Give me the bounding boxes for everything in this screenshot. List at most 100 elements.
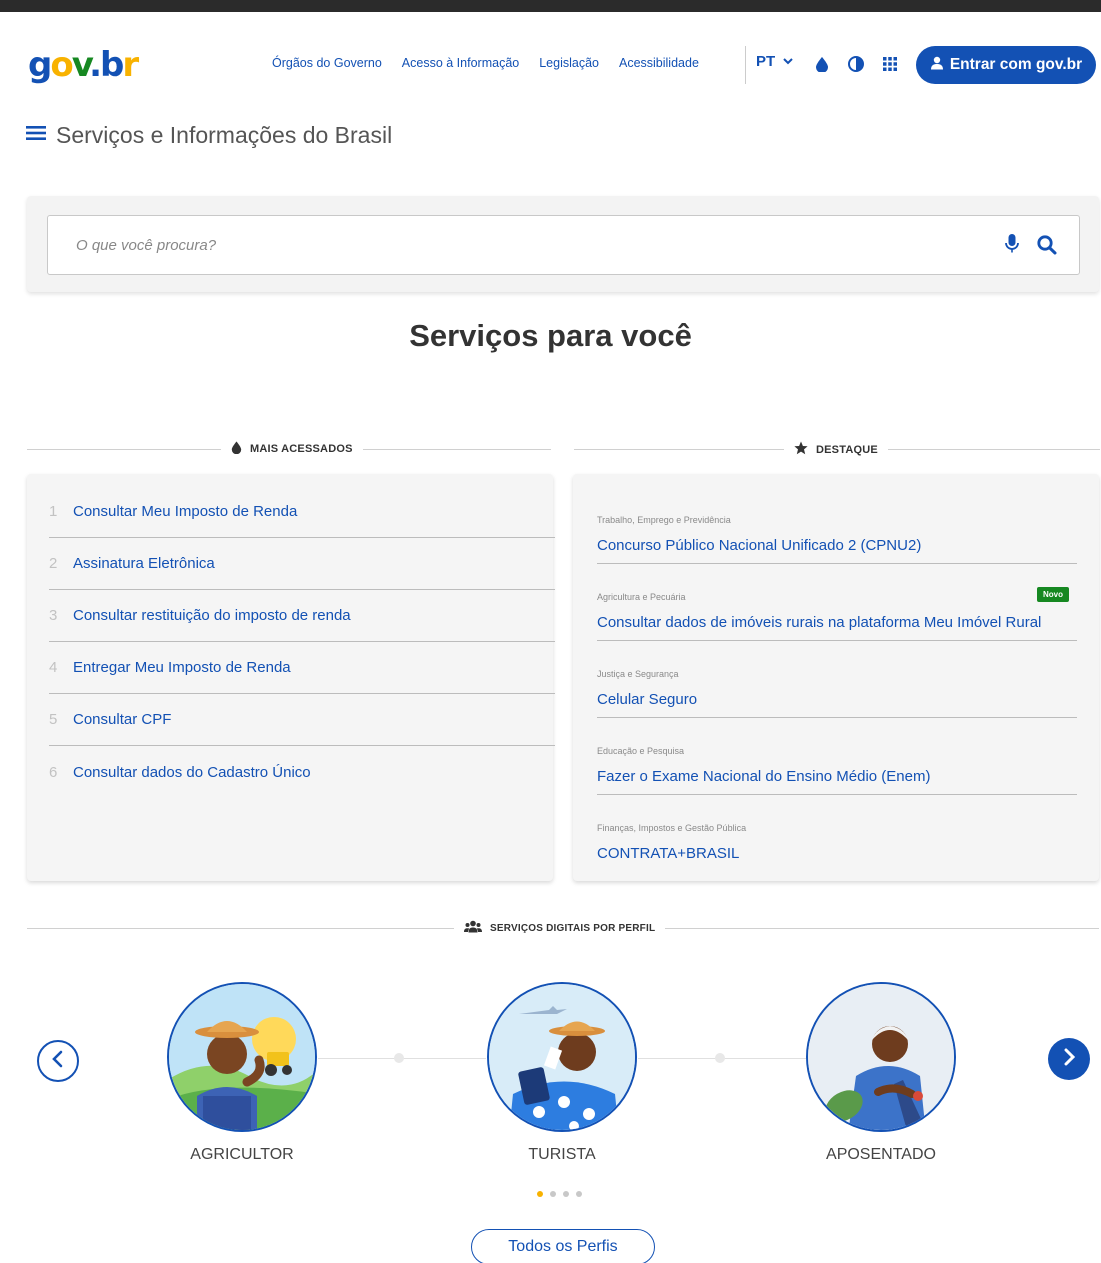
- highlight-item[interactable]: Trabalho, Emprego e Previdência Concurso…: [597, 487, 1077, 564]
- subheader: Serviços e Informações do Brasil: [26, 122, 392, 149]
- list-item-number: 4: [49, 659, 58, 676]
- highlight-category: Finanças, Impostos e Gestão Pública: [597, 823, 747, 833]
- profile-label: APOSENTADO: [826, 1146, 936, 1163]
- pagination-dot[interactable]: [576, 1191, 582, 1197]
- list-item-number: 1: [49, 503, 58, 520]
- mais-acessados-label: MAIS ACESSADOS: [250, 443, 353, 455]
- list-item[interactable]: 2 Assinatura Eletrônica: [49, 538, 555, 590]
- chevron-right-icon: [1062, 1048, 1076, 1071]
- aposentado-illustration: [806, 982, 956, 1132]
- carousel-pagination: [537, 1191, 582, 1197]
- header-icons: [812, 54, 900, 74]
- pagination-dot[interactable]: [550, 1191, 556, 1197]
- contrast-icon[interactable]: [846, 54, 866, 74]
- list-item-number: 2: [49, 555, 58, 572]
- highlight-category: Trabalho, Emprego e Previdência: [597, 515, 731, 525]
- highlight-title: Concurso Público Nacional Unificado 2 (C…: [597, 537, 922, 554]
- list-item-label: Consultar CPF: [73, 711, 172, 728]
- nav-legislacao[interactable]: Legislação: [539, 56, 599, 70]
- highlight-item[interactable]: Justiça e Segurança Celular Seguro: [597, 641, 1077, 718]
- section-title: Serviços para você: [409, 318, 692, 353]
- highlight-item[interactable]: Educação e Pesquisa Fazer o Exame Nacion…: [597, 718, 1077, 795]
- highlight-category: Agricultura e Pecuária: [597, 592, 686, 602]
- drop-icon[interactable]: [812, 54, 832, 74]
- search-panel: [27, 196, 1099, 292]
- language-selector[interactable]: PT: [756, 53, 793, 70]
- destaque-label: DESTAQUE: [816, 443, 878, 456]
- govbr-logo[interactable]: gov.br: [28, 45, 139, 85]
- logo-letter: o: [50, 45, 73, 85]
- profile-card-aposentado[interactable]: APOSENTADO: [806, 982, 956, 1164]
- chevron-left-icon: [51, 1050, 65, 1073]
- destaque-card: Trabalho, Emprego e Previdência Concurso…: [573, 474, 1099, 881]
- search-icon[interactable]: [1036, 233, 1058, 260]
- destaque-heading: DESTAQUE: [784, 441, 888, 458]
- list-item[interactable]: 1 Consultar Meu Imposto de Renda: [49, 486, 555, 538]
- login-button[interactable]: Entrar com gov.br: [916, 46, 1096, 84]
- list-item[interactable]: 4 Entregar Meu Imposto de Renda: [49, 642, 555, 694]
- language-label: PT: [756, 53, 776, 70]
- highlight-item[interactable]: Finanças, Impostos e Gestão Pública CONT…: [597, 795, 1077, 872]
- microphone-icon[interactable]: [1005, 233, 1019, 260]
- profile-card-agricultor[interactable]: AGRICULTOR: [167, 982, 317, 1164]
- mais-acessados-card: 1 Consultar Meu Imposto de Renda 2 Assin…: [27, 474, 555, 881]
- logo-letter: r: [122, 45, 139, 85]
- list-item-label: Consultar restituição do imposto de rend…: [73, 607, 351, 624]
- nav-divider: [745, 46, 746, 84]
- header: gov.br Órgãos do Governo Acesso à Inform…: [0, 40, 1101, 92]
- new-badge: Novo: [1037, 587, 1069, 602]
- top-border: [0, 0, 1101, 12]
- users-icon: [464, 920, 482, 936]
- highlight-title: CONTRATA+BRASIL: [597, 845, 740, 862]
- login-label: Entrar com gov.br: [949, 56, 1083, 73]
- list-item-number: 5: [49, 711, 58, 728]
- hamburger-menu-icon[interactable]: [26, 125, 46, 146]
- highlight-category: Justiça e Segurança: [597, 669, 679, 679]
- all-profiles-button[interactable]: Todos os Perfis: [471, 1229, 655, 1263]
- star-icon: [794, 441, 808, 458]
- highlight-title: Fazer o Exame Nacional do Ensino Médio (…: [597, 768, 931, 785]
- turista-illustration: [487, 982, 637, 1132]
- search-input[interactable]: [76, 234, 956, 256]
- connector-dot: [715, 1053, 725, 1063]
- list-item-label: Entregar Meu Imposto de Renda: [73, 659, 291, 676]
- nav-orgaos-do-governo[interactable]: Órgãos do Governo: [272, 56, 382, 70]
- highlight-category: Educação e Pesquisa: [597, 746, 685, 756]
- logo-letter: v: [71, 45, 91, 85]
- pagination-dot[interactable]: [537, 1191, 543, 1197]
- list-item-number: 3: [49, 607, 58, 624]
- list-item-number: 6: [49, 763, 58, 781]
- apps-grid-icon[interactable]: [880, 54, 900, 74]
- highlight-title: Celular Seguro: [597, 691, 698, 708]
- list-item[interactable]: 6 Consultar dados do Cadastro Único: [49, 746, 555, 798]
- highlight-title: Consultar dados de imóveis rurais na pla…: [597, 614, 1042, 631]
- user-icon: [930, 56, 944, 75]
- search-box: [47, 215, 1080, 275]
- nav-acessibilidade[interactable]: Acessibilidade: [619, 56, 699, 70]
- carousel-prev-button[interactable]: [37, 1040, 79, 1082]
- list-item[interactable]: 5 Consultar CPF: [49, 694, 555, 746]
- perfis-heading: SERVIÇOS DIGITAIS POR PERFIL: [454, 920, 666, 936]
- top-nav: Órgãos do Governo Acesso à Informação Le…: [272, 56, 719, 70]
- mais-acessados-heading: MAIS ACESSADOS: [221, 441, 363, 457]
- perfis-label: SERVIÇOS DIGITAIS POR PERFIL: [490, 922, 656, 934]
- profile-label: TURISTA: [528, 1146, 596, 1163]
- agricultor-illustration: [167, 982, 317, 1132]
- list-item-label: Assinatura Eletrônica: [73, 555, 215, 572]
- pagination-dot[interactable]: [563, 1191, 569, 1197]
- drop-icon: [231, 441, 242, 457]
- profile-card-turista[interactable]: TURISTA: [487, 982, 637, 1164]
- list-item[interactable]: 3 Consultar restituição do imposto de re…: [49, 590, 555, 642]
- nav-acesso-a-informacao[interactable]: Acesso à Informação: [402, 56, 519, 70]
- logo-letter: b: [100, 45, 124, 85]
- logo-letter: g: [28, 45, 52, 85]
- carousel-next-button[interactable]: [1048, 1038, 1090, 1080]
- connector-dot: [394, 1053, 404, 1063]
- highlight-item[interactable]: Agricultura e Pecuária Novo Consultar da…: [597, 564, 1077, 641]
- chevron-down-icon: [783, 56, 793, 68]
- profile-label: AGRICULTOR: [190, 1146, 294, 1163]
- list-item-label: Consultar Meu Imposto de Renda: [73, 503, 298, 520]
- site-title: Serviços e Informações do Brasil: [56, 122, 393, 148]
- list-item-label: Consultar dados do Cadastro Único: [73, 763, 311, 781]
- logo-letter: .: [89, 45, 102, 85]
